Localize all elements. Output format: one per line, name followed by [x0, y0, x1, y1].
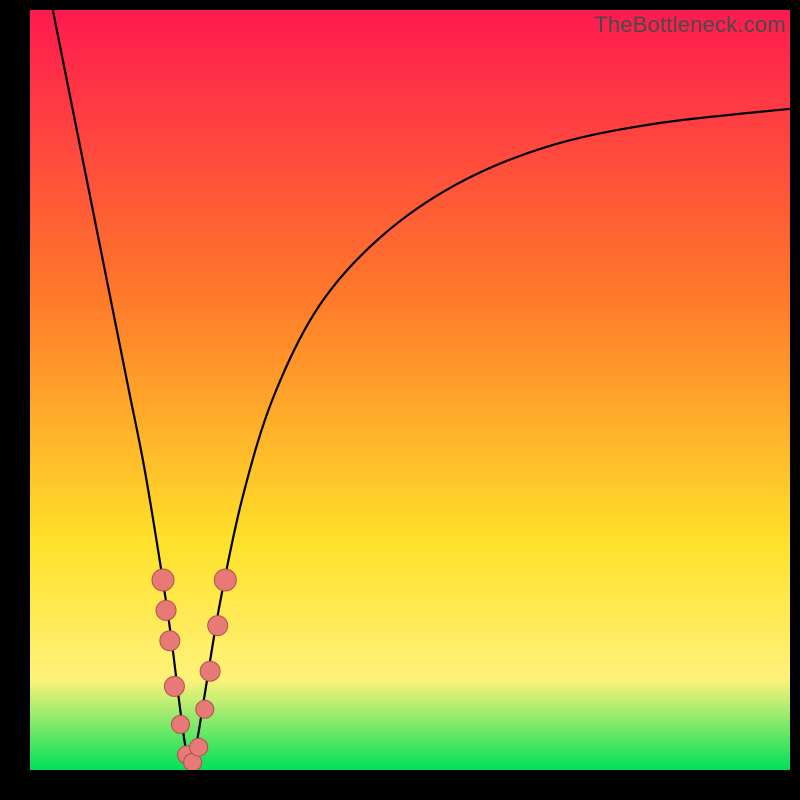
chart-plot — [30, 10, 790, 770]
chart-svg — [30, 10, 790, 770]
data-point — [160, 631, 180, 651]
data-point — [208, 616, 228, 636]
data-point — [152, 569, 174, 591]
data-point — [156, 600, 176, 620]
data-point — [171, 715, 189, 733]
chart-frame: TheBottleneck.com — [0, 0, 800, 800]
data-point — [200, 661, 220, 681]
data-point — [164, 676, 184, 696]
data-point — [214, 569, 236, 591]
data-point — [190, 738, 208, 756]
gradient-background — [30, 10, 790, 770]
data-point — [196, 700, 214, 718]
